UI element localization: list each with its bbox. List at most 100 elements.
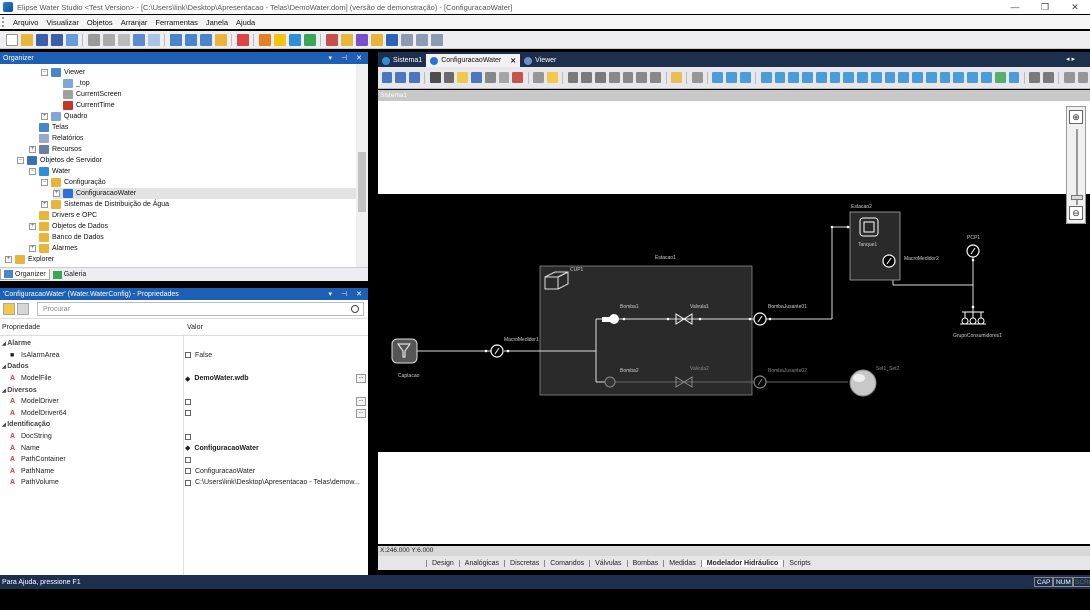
- publish-icon[interactable]: [65, 33, 78, 46]
- grupo-consumidores-icon[interactable]: [960, 311, 986, 325]
- zoom-control[interactable]: ⊕ ⊖: [1066, 106, 1086, 224]
- close-tab-icon[interactable]: ✕: [510, 57, 516, 65]
- cut-icon[interactable]: [87, 33, 100, 46]
- expand-icon[interactable]: +: [41, 113, 48, 120]
- ungroup-icon[interactable]: [622, 72, 634, 83]
- copy-icon[interactable]: [102, 33, 115, 46]
- dropdown-icon[interactable]: ▾: [329, 290, 333, 298]
- close-icon[interactable]: ✕: [356, 54, 362, 62]
- valve-icon[interactable]: [802, 72, 813, 83]
- frame-icon[interactable]: [184, 33, 197, 46]
- hand-icon[interactable]: [498, 72, 510, 83]
- property-value-cell[interactable]: [185, 433, 368, 440]
- folder-icon[interactable]: [670, 72, 682, 83]
- menu-janela[interactable]: Janela: [202, 18, 232, 27]
- zoom-slider-knob[interactable]: [1071, 195, 1083, 200]
- property-value[interactable]: ConfiguracaoWater: [194, 445, 258, 452]
- maximize-button[interactable]: ❐: [1030, 2, 1060, 13]
- browse-button[interactable]: ...: [356, 408, 366, 418]
- pan-icon[interactable]: [484, 72, 496, 83]
- search-icon[interactable]: [351, 305, 359, 313]
- tree-item[interactable]: − Objetos de Servidor: [17, 155, 102, 166]
- menu-objetos[interactable]: Objetos: [83, 18, 117, 27]
- database-icon[interactable]: [340, 33, 353, 46]
- bomba2-icon[interactable]: [604, 376, 616, 388]
- collapse-icon[interactable]: −: [17, 157, 24, 164]
- property-row[interactable]: A ModelDriver...: [0, 396, 368, 408]
- tab-organizer[interactable]: Organizer: [0, 269, 50, 280]
- flow-icon[interactable]: [981, 72, 992, 83]
- reservoir-icon[interactable]: [843, 72, 855, 83]
- node-icon[interactable]: [857, 72, 868, 83]
- screen-icon[interactable]: [169, 33, 182, 46]
- menu-arranjar[interactable]: Arranjar: [117, 18, 152, 27]
- doc-tab[interactable]: ConfiguracaoWater ✕: [426, 54, 521, 67]
- run-icon[interactable]: [236, 33, 249, 46]
- property-value-cell[interactable]: [185, 456, 368, 463]
- save-all-icon[interactable]: [50, 33, 63, 46]
- property-value[interactable]: False: [195, 352, 212, 359]
- tree-item[interactable]: + Explorer: [5, 254, 54, 265]
- setor-sphere-icon[interactable]: [849, 369, 877, 397]
- tree-item[interactable]: +Drivers e OPC: [29, 210, 97, 221]
- browse-button[interactable]: ...: [356, 397, 366, 407]
- paste-icon[interactable]: [117, 33, 130, 46]
- expand-icon[interactable]: +: [5, 256, 12, 263]
- column-divider[interactable]: [183, 334, 184, 575]
- group-icon[interactable]: [608, 72, 620, 83]
- property-value-cell[interactable]: C:\Users\link\Desktop\Apresentacao - Tel…: [185, 479, 368, 486]
- screen-tab[interactable]: Design: [426, 559, 459, 567]
- tree-item[interactable]: − Viewer: [41, 67, 85, 78]
- consumer-icon[interactable]: [884, 72, 896, 83]
- sector-icon[interactable]: [898, 72, 910, 83]
- more-icon[interactable]: [1077, 72, 1089, 83]
- property-category[interactable]: ◢ Dados: [0, 361, 368, 373]
- screen-tab[interactable]: Discretas: [504, 559, 544, 567]
- menu-ferramentas[interactable]: Ferramentas: [151, 18, 202, 27]
- screen-tab[interactable]: Scripts: [783, 559, 815, 567]
- report-icon[interactable]: [400, 33, 413, 46]
- tab-galeria[interactable]: Galeria: [50, 270, 90, 280]
- property-row[interactable]: A PathContainer: [0, 454, 368, 466]
- tree-item[interactable]: + Objetos de Dados: [29, 221, 108, 232]
- collapse-icon[interactable]: −: [41, 69, 48, 76]
- tree-item[interactable]: +Telas: [29, 122, 68, 133]
- property-value[interactable]: DemoWater.wdb: [194, 375, 248, 382]
- library-icon[interactable]: [370, 33, 383, 46]
- property-row[interactable]: A ModelFile ◆ DemoWater.wdb...: [0, 373, 368, 385]
- property-row[interactable]: ■ IsAlarmArea False: [0, 350, 368, 362]
- pin-icon[interactable]: ⊣: [341, 290, 347, 298]
- property-row[interactable]: A Name ◆ ConfiguracaoWater: [0, 442, 368, 454]
- screen-tab[interactable]: Analógicas: [458, 559, 504, 567]
- point-icon[interactable]: [740, 72, 751, 83]
- close-icon[interactable]: ✕: [356, 290, 362, 298]
- property-category[interactable]: ◢ Diversos: [0, 384, 368, 396]
- rotate-icon[interactable]: [443, 72, 455, 83]
- tree-item[interactable]: +Relatórios: [29, 133, 84, 144]
- screen-tab[interactable]: Modelador Hidráulico: [700, 559, 784, 567]
- viewer-icon[interactable]: [199, 33, 212, 46]
- property-search-input[interactable]: Procurar: [37, 302, 364, 316]
- station-icon[interactable]: [925, 72, 937, 83]
- tree-item[interactable]: +_top: [53, 78, 90, 89]
- more-icon[interactable]: [1063, 72, 1075, 83]
- text-tool-icon[interactable]: [457, 72, 469, 83]
- property-value-cell[interactable]: False: [185, 352, 368, 359]
- snap-icon[interactable]: [546, 72, 558, 83]
- expand-icon[interactable]: +: [53, 190, 60, 197]
- home-icon[interactable]: [409, 72, 420, 83]
- zoom-track[interactable]: [1076, 129, 1078, 205]
- tree-item[interactable]: +CurrentScreen: [53, 89, 122, 100]
- diagonal-icon[interactable]: [726, 72, 738, 83]
- pin-icon[interactable]: ⊣: [341, 54, 347, 62]
- sensor-icon[interactable]: [953, 72, 965, 83]
- collapse-icon[interactable]: −: [41, 179, 48, 186]
- expand-icon[interactable]: +: [29, 245, 36, 252]
- save-icon[interactable]: [35, 33, 48, 46]
- line-icon[interactable]: [712, 72, 724, 83]
- import-icon[interactable]: [288, 33, 301, 46]
- tree-item[interactable]: +CurrentTime: [53, 100, 115, 111]
- back-arrow-icon[interactable]: [381, 72, 393, 83]
- layers-icon[interactable]: [1029, 72, 1041, 83]
- property-category[interactable]: ◢ Alarme: [0, 338, 368, 350]
